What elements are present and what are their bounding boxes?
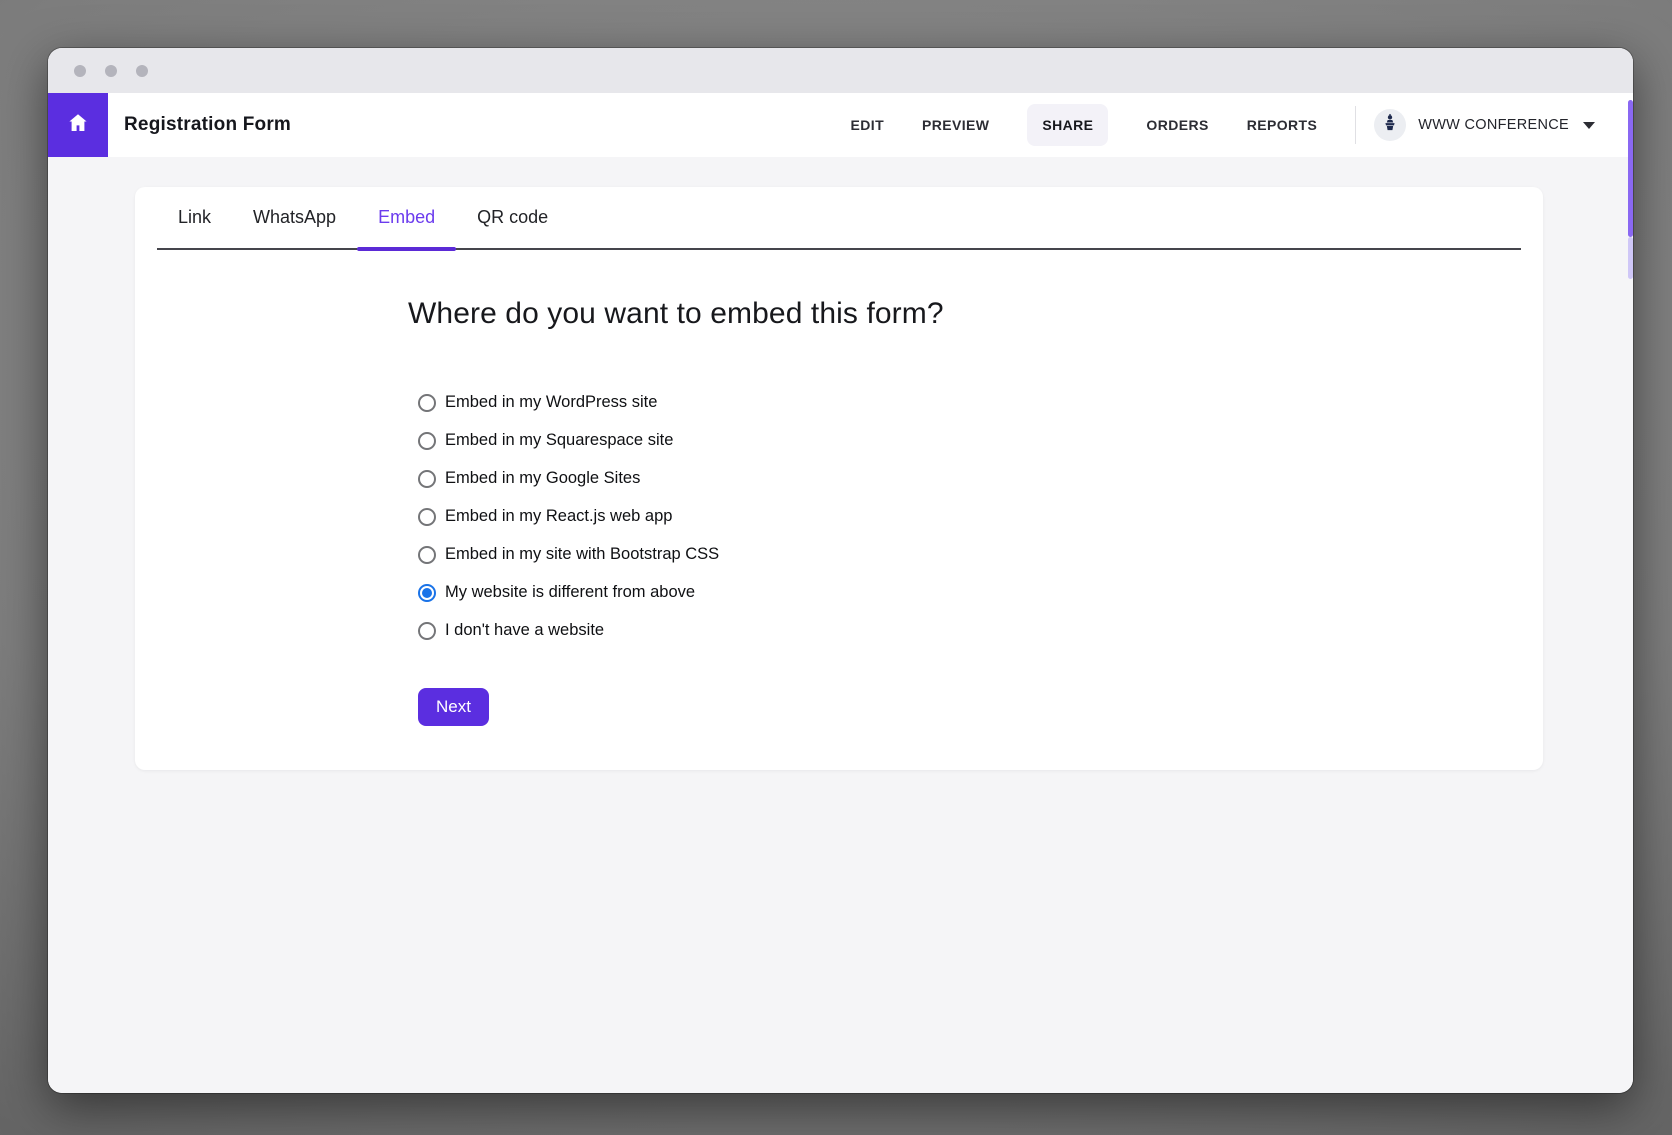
option-bootstrap[interactable]: Embed in my site with Bootstrap CSS — [418, 543, 1543, 566]
app-window: Registration Form EDIT PREVIEW SHARE ORD… — [48, 48, 1633, 1093]
option-no-website[interactable]: I don't have a website — [418, 619, 1543, 642]
tab-qr-code[interactable]: QR code — [456, 187, 569, 248]
embed-options: Embed in my WordPress site Embed in my S… — [418, 391, 1543, 642]
radio-button[interactable] — [418, 470, 436, 488]
radio-button-selected[interactable] — [418, 584, 436, 602]
option-label: I don't have a website — [445, 621, 604, 640]
share-card: Link WhatsApp Embed QR code Where do you… — [135, 187, 1543, 770]
option-wordpress[interactable]: Embed in my WordPress site — [418, 391, 1543, 414]
question-heading: Where do you want to embed this form? — [408, 297, 1543, 331]
tab-embed[interactable]: Embed — [357, 187, 456, 248]
scrollbar-track[interactable] — [1628, 237, 1633, 279]
radio-button[interactable] — [418, 394, 436, 412]
option-label: Embed in my WordPress site — [445, 393, 657, 412]
radio-button[interactable] — [418, 622, 436, 640]
chevron-down-icon — [1583, 122, 1595, 129]
option-label: Embed in my Google Sites — [445, 469, 640, 488]
tab-whatsapp[interactable]: WhatsApp — [232, 187, 357, 248]
top-navigation: EDIT PREVIEW SHARE ORDERS REPORTS — [851, 104, 1318, 146]
share-tabs: Link WhatsApp Embed QR code — [157, 187, 1521, 250]
window-control-dot[interactable] — [74, 65, 86, 77]
nav-share[interactable]: SHARE — [1027, 104, 1108, 146]
account-name: WWW CONFERENCE — [1418, 117, 1569, 133]
nav-preview[interactable]: PREVIEW — [922, 117, 989, 133]
page-title: Registration Form — [108, 93, 291, 157]
tab-link[interactable]: Link — [157, 187, 232, 248]
option-squarespace[interactable]: Embed in my Squarespace site — [418, 429, 1543, 452]
nav-orders[interactable]: ORDERS — [1146, 117, 1208, 133]
window-control-dot[interactable] — [136, 65, 148, 77]
radio-button[interactable] — [418, 432, 436, 450]
scrollbar-thumb[interactable] — [1628, 100, 1633, 237]
window-titlebar — [48, 48, 1633, 93]
header-divider — [1355, 106, 1356, 144]
option-label: Embed in my Squarespace site — [445, 431, 673, 450]
home-icon — [66, 111, 90, 140]
window-control-dot[interactable] — [105, 65, 117, 77]
option-label: Embed in my React.js web app — [445, 507, 672, 526]
desktop-background: Registration Form EDIT PREVIEW SHARE ORD… — [0, 0, 1672, 1135]
radio-button[interactable] — [418, 508, 436, 526]
embed-panel: Where do you want to embed this form? Em… — [135, 250, 1543, 726]
home-button[interactable] — [48, 93, 108, 157]
speaker-podium-icon — [1380, 113, 1400, 138]
nav-edit[interactable]: EDIT — [851, 117, 885, 133]
app-header: Registration Form EDIT PREVIEW SHARE ORD… — [48, 93, 1633, 157]
main-content: Link WhatsApp Embed QR code Where do you… — [48, 157, 1633, 1093]
nav-reports[interactable]: REPORTS — [1247, 117, 1317, 133]
radio-button[interactable] — [418, 546, 436, 564]
next-button[interactable]: Next — [418, 688, 489, 726]
option-different-website[interactable]: My website is different from above — [418, 581, 1543, 604]
avatar — [1374, 109, 1406, 141]
option-reactjs[interactable]: Embed in my React.js web app — [418, 505, 1543, 528]
account-menu[interactable]: WWW CONFERENCE — [1374, 109, 1633, 141]
option-label: Embed in my site with Bootstrap CSS — [445, 545, 719, 564]
option-label: My website is different from above — [445, 583, 695, 602]
option-google-sites[interactable]: Embed in my Google Sites — [418, 467, 1543, 490]
